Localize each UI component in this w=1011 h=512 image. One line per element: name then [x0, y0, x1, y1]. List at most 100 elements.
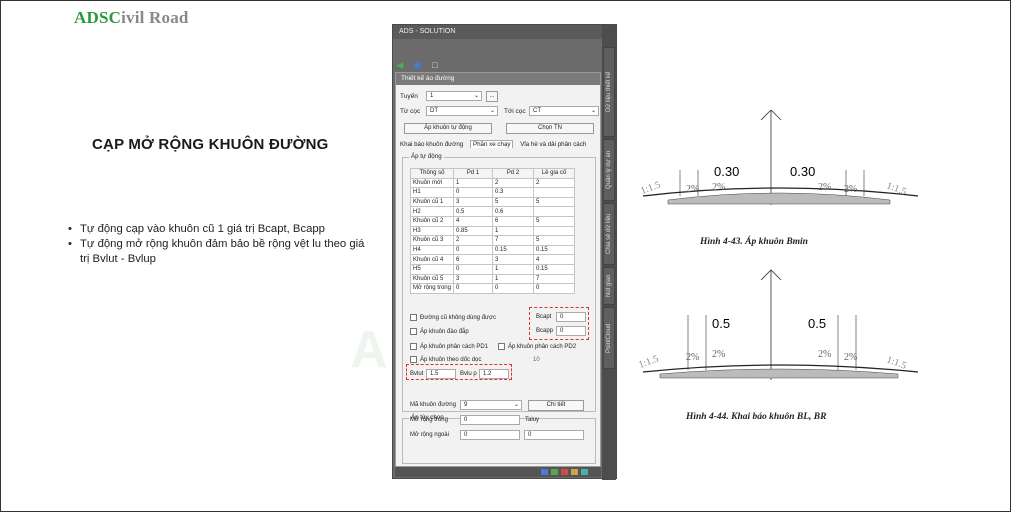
new-document-icon[interactable]: □ — [430, 60, 440, 70]
table-row[interactable]: Khuôn cũ 4634 — [410, 254, 575, 265]
detail-button[interactable]: Chi tiết — [528, 400, 584, 411]
table-cell[interactable] — [533, 187, 575, 198]
table-cell[interactable]: 0.85 — [453, 225, 493, 237]
taluy-input[interactable]: 0 — [524, 430, 584, 440]
side-tab-data-sharing[interactable]: Chia sẻ dữ liệu — [603, 203, 615, 265]
table-cell[interactable]: Khuôn mới — [410, 177, 454, 189]
table-cell[interactable]: 6 — [492, 215, 534, 227]
table-cell[interactable]: 4 — [453, 215, 493, 227]
route-more-button[interactable]: ... — [486, 91, 498, 102]
inner-widen-input[interactable]: 0 — [460, 415, 520, 425]
pd2-checkbox[interactable]: Áp khuôn phân cách PD2 — [498, 343, 576, 350]
route-value: 1 — [430, 93, 434, 99]
table-row[interactable]: Mở rộng trong 0 0 0 — [410, 283, 575, 294]
dim-left: 0.30 — [714, 164, 739, 179]
table-cell[interactable]: 1 — [492, 263, 534, 275]
table-cell[interactable]: 0.5 — [453, 206, 493, 217]
table-cell[interactable]: 1 — [492, 273, 534, 285]
table-cell[interactable]: Khuôn cũ 2 — [410, 215, 454, 227]
profile-icon[interactable] — [571, 469, 578, 475]
dim-right: 0.5 — [808, 316, 826, 331]
table-cell[interactable]: 0.3 — [492, 187, 534, 198]
from-station-select[interactable]: DT ⌄ — [426, 106, 498, 116]
layers-icon[interactable] — [541, 469, 548, 475]
table-cell[interactable] — [533, 225, 575, 237]
table-cell[interactable]: 0 — [492, 283, 534, 294]
table-cell[interactable]: 0.15 — [533, 263, 575, 275]
table-row[interactable]: Khuôn cũ 3275 — [410, 235, 575, 246]
table-cell[interactable]: 3 — [492, 254, 534, 265]
table-cell[interactable]: 0 — [453, 283, 493, 294]
table-cell[interactable]: 0 — [453, 263, 493, 275]
table-cell[interactable]: 2 — [492, 177, 534, 189]
table-row[interactable]: H1 0 0.3 — [410, 187, 575, 198]
table-cell[interactable]: Khuôn cũ 3 — [410, 235, 454, 246]
frame-code-select[interactable]: 9 ⌄ — [460, 400, 522, 410]
table-cell[interactable]: Mở rộng trong — [410, 283, 454, 294]
tab-carriageway[interactable]: Phần xe chạy — [469, 140, 514, 148]
table-row[interactable]: H3 0.85 1 — [410, 225, 575, 237]
route-select[interactable]: 1 ⌄ — [426, 91, 482, 101]
slope-checkbox[interactable]: Áp khuôn theo dốc dọc — [410, 356, 481, 363]
table-cell[interactable]: 1 — [453, 177, 493, 189]
side-tab-strip: Dữ liệu thiết kế Quản lý dự án Chia sẻ d… — [602, 25, 616, 480]
table-cell[interactable]: Khuôn cũ 4 — [410, 254, 454, 265]
table-cell[interactable]: 5 — [533, 235, 575, 246]
cut-fill-checkbox[interactable]: Áp khuôn đào đắp — [410, 328, 469, 335]
table-cell[interactable]: Khuôn cũ 5 — [410, 273, 454, 285]
road-icon[interactable] — [551, 469, 558, 475]
side-tab-intersection[interactable]: Nút giao — [603, 267, 615, 305]
table-row[interactable]: Khuôn cũ 1355 — [410, 196, 575, 208]
table-cell[interactable]: 7 — [533, 273, 575, 285]
checkbox-label: Áp khuôn phân cách PD1 — [420, 343, 489, 350]
table-cell[interactable]: H1 — [410, 187, 454, 198]
table-cell[interactable]: 0 — [533, 283, 575, 294]
table-cell[interactable] — [533, 206, 575, 217]
old-road-unused-checkbox[interactable]: Đường cũ không dùng được — [410, 314, 496, 321]
table-cell[interactable]: 7 — [492, 235, 534, 246]
section-icon[interactable] — [561, 469, 568, 475]
table-cell[interactable]: Khuôn cũ 1 — [410, 196, 454, 208]
to-station-select[interactable]: CT ⌄ — [529, 106, 599, 116]
table-cell[interactable]: H5 — [410, 263, 454, 275]
table-cell[interactable]: H2 — [410, 206, 454, 217]
tab-sidewalk[interactable]: Vỉa hè và dải phân cách — [520, 141, 586, 148]
side-tab-project-management[interactable]: Quản lý dự án — [603, 139, 615, 201]
table-row[interactable]: H4 0 0.15 0.15 — [410, 244, 575, 256]
table-cell[interactable]: 1 — [492, 225, 534, 237]
table-cell[interactable]: H4 — [410, 244, 454, 256]
table-row[interactable]: H2 0.5 0.6 — [410, 206, 575, 217]
table-cell[interactable]: 0.6 — [492, 206, 534, 217]
table-cell[interactable]: 2 — [533, 177, 575, 189]
auto-apply-button[interactable]: Áp khuôn tự động — [404, 123, 492, 134]
pd1-checkbox[interactable]: Áp khuôn phân cách PD1 — [410, 343, 488, 350]
slope-left-inner: 2% — [712, 182, 725, 193]
table-cell[interactable]: 4 — [533, 254, 575, 265]
table-cell[interactable]: 5 — [492, 196, 534, 208]
table-row[interactable]: Khuôn mới 1 2 2 — [410, 177, 575, 189]
panel-titlebar[interactable]: ADS - SOLUTION — [393, 25, 602, 39]
back-arrow-icon[interactable]: ◀ — [395, 60, 405, 70]
table-cell[interactable]: 0.15 — [533, 244, 575, 256]
side-tab-pointcloud[interactable]: PointCloud — [603, 307, 615, 369]
table-row[interactable]: H5 0 1 0.15 — [410, 263, 575, 275]
side-tab-design-data[interactable]: Dữ liệu thiết kế — [603, 47, 615, 137]
table-cell[interactable]: 3 — [453, 273, 493, 285]
tab-road-frame[interactable]: Khai báo khuôn đường — [400, 141, 463, 148]
form-tabs: Khai báo khuôn đường Phần xe chạy Vỉa hè… — [400, 140, 591, 148]
table-row[interactable]: Khuôn cũ 5317 — [410, 273, 575, 285]
outer-widen-input[interactable]: 0 — [460, 430, 520, 440]
table-cell[interactable]: 0 — [453, 244, 493, 256]
table-cell[interactable]: 2 — [453, 235, 493, 246]
table-row[interactable]: Khuôn cũ 2465 — [410, 215, 575, 227]
table-cell[interactable]: 3 — [453, 196, 493, 208]
table-cell[interactable]: H3 — [410, 225, 454, 237]
table-cell[interactable]: 0 — [453, 187, 493, 198]
save-icon[interactable]: ▣ — [412, 60, 422, 70]
table-cell[interactable]: 6 — [453, 254, 493, 265]
choose-tn-button[interactable]: Chọn TN — [506, 123, 594, 134]
table-cell[interactable]: 0.15 — [492, 244, 534, 256]
table-cell[interactable]: 5 — [533, 215, 575, 227]
table-cell[interactable]: 5 — [533, 196, 575, 208]
grid-icon[interactable] — [581, 469, 588, 475]
